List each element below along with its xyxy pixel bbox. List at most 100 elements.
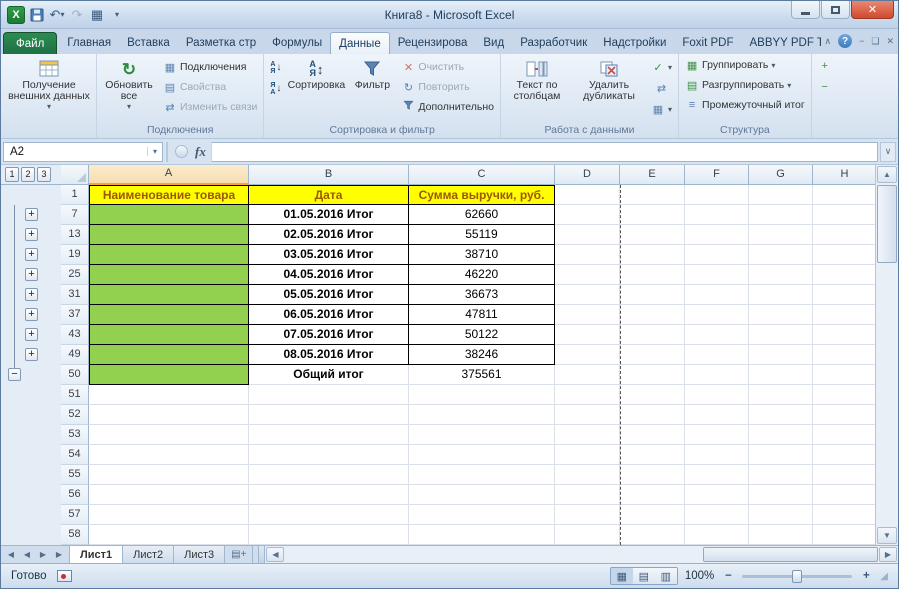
name-box[interactable]: A2 ▾ xyxy=(3,142,163,162)
text-to-columns-button[interactable]: Текст по столбцам xyxy=(504,55,570,123)
cell-H58[interactable] xyxy=(813,525,877,545)
cell-H13[interactable] xyxy=(813,225,877,245)
cell-G31[interactable] xyxy=(749,285,813,305)
cell-A7[interactable] xyxy=(89,205,249,225)
cell-A19[interactable] xyxy=(89,245,249,265)
redo-button[interactable]: ↷ xyxy=(69,6,85,23)
cell-C13[interactable]: 55119 xyxy=(409,225,555,245)
cell-C52[interactable] xyxy=(409,405,555,425)
next-sheet-button[interactable]: ▶ xyxy=(36,550,50,559)
column-header-F[interactable]: F xyxy=(685,165,749,185)
cell-E7[interactable] xyxy=(620,205,685,225)
cell-D54[interactable] xyxy=(555,445,620,465)
collapse-group-button[interactable]: − xyxy=(8,368,21,381)
cell-E50[interactable] xyxy=(620,365,685,385)
cell-B37[interactable]: 06.05.2016 Итог xyxy=(249,305,409,325)
outline-level-3[interactable]: 3 xyxy=(37,167,51,182)
consolidate-button[interactable]: ⇄ xyxy=(648,78,675,99)
get-external-data-button[interactable]: Получение внешних данных ▾ xyxy=(5,55,93,123)
zoom-out-button[interactable]: − xyxy=(721,570,735,582)
subtotal-button[interactable]: ≡Промежуточный итог xyxy=(682,95,808,115)
cell-C37[interactable]: 47811 xyxy=(409,305,555,325)
cell-F55[interactable] xyxy=(685,465,749,485)
cell-A50[interactable] xyxy=(89,365,249,385)
tab-Foxit PDF[interactable]: Foxit PDF xyxy=(674,32,741,54)
tab-Формулы[interactable]: Формулы xyxy=(264,32,330,54)
tab-splitter-handle[interactable] xyxy=(258,546,265,563)
cell-C25[interactable]: 46220 xyxy=(409,265,555,285)
tab-Данные[interactable]: Данные xyxy=(330,32,390,54)
cell-G52[interactable] xyxy=(749,405,813,425)
workbook-close-button[interactable]: ✕ xyxy=(886,36,894,47)
cell-C56[interactable] xyxy=(409,485,555,505)
row-header-7[interactable]: 7 xyxy=(61,205,89,225)
cell-A52[interactable] xyxy=(89,405,249,425)
cell-F7[interactable] xyxy=(685,205,749,225)
cell-G7[interactable] xyxy=(749,205,813,225)
cell-G37[interactable] xyxy=(749,305,813,325)
outline-level-2[interactable]: 2 xyxy=(21,167,35,182)
macro-record-icon[interactable] xyxy=(57,570,72,582)
cell-C51[interactable] xyxy=(409,385,555,405)
cell-C1[interactable]: Сумма выручки, руб. xyxy=(409,185,555,205)
cell-A1[interactable]: Наименование товара xyxy=(89,185,249,205)
cell-C7[interactable]: 62660 xyxy=(409,205,555,225)
cell-F57[interactable] xyxy=(685,505,749,525)
horizontal-scroll-track[interactable] xyxy=(285,546,878,563)
cell-H53[interactable] xyxy=(813,425,877,445)
cell-B56[interactable] xyxy=(249,485,409,505)
cell-B1[interactable]: Дата xyxy=(249,185,409,205)
cell-F49[interactable] xyxy=(685,345,749,365)
cell-A37[interactable] xyxy=(89,305,249,325)
scroll-up-button[interactable]: ▲ xyxy=(877,166,897,183)
cell-E53[interactable] xyxy=(620,425,685,445)
column-header-B[interactable]: B xyxy=(249,165,409,185)
cell-B19[interactable]: 03.05.2016 Итог xyxy=(249,245,409,265)
refresh-all-button[interactable]: ↻ Обновить все ▾ xyxy=(100,55,158,123)
cell-A54[interactable] xyxy=(89,445,249,465)
tab-Вид[interactable]: Вид xyxy=(475,32,512,54)
cell-A13[interactable] xyxy=(89,225,249,245)
ungroup-button[interactable]: ▤Разгруппировать▾ xyxy=(682,75,808,95)
cell-F56[interactable] xyxy=(685,485,749,505)
cell-A57[interactable] xyxy=(89,505,249,525)
cell-A43[interactable] xyxy=(89,325,249,345)
tab-Рецензирова[interactable]: Рецензирова xyxy=(390,32,476,54)
cell-A56[interactable] xyxy=(89,485,249,505)
row-header-19[interactable]: 19 xyxy=(61,245,89,265)
tab-Надстройки[interactable]: Надстройки xyxy=(595,32,674,54)
cell-H50[interactable] xyxy=(813,365,877,385)
properties-button[interactable]: ▤Свойства xyxy=(160,77,260,97)
cell-B53[interactable] xyxy=(249,425,409,445)
cell-E37[interactable] xyxy=(620,305,685,325)
cell-F31[interactable] xyxy=(685,285,749,305)
advanced-button[interactable]: Дополнительно xyxy=(398,97,497,117)
first-sheet-button[interactable]: ◀ xyxy=(4,550,18,559)
cell-F52[interactable] xyxy=(685,405,749,425)
qat-customize-button[interactable]: ▾ xyxy=(109,6,125,23)
cell-B31[interactable]: 05.05.2016 Итог xyxy=(249,285,409,305)
expand-group-button[interactable]: + xyxy=(25,268,38,281)
column-header-C[interactable]: C xyxy=(409,165,555,185)
cell-G57[interactable] xyxy=(749,505,813,525)
cell-H56[interactable] xyxy=(813,485,877,505)
cell-D37[interactable] xyxy=(555,305,620,325)
cell-H49[interactable] xyxy=(813,345,877,365)
cell-E51[interactable] xyxy=(620,385,685,405)
cell-H43[interactable] xyxy=(813,325,877,345)
clear-filter-button[interactable]: ✕Очистить xyxy=(398,57,497,77)
cell-G58[interactable] xyxy=(749,525,813,545)
cell-C31[interactable]: 36673 xyxy=(409,285,555,305)
cell-H1[interactable] xyxy=(813,185,877,205)
cell-E49[interactable] xyxy=(620,345,685,365)
row-header-1[interactable]: 1 xyxy=(61,185,89,205)
maximize-button[interactable] xyxy=(821,1,850,19)
cell-A51[interactable] xyxy=(89,385,249,405)
insert-sheet-button[interactable]: ▤+ xyxy=(225,546,253,563)
cell-E56[interactable] xyxy=(620,485,685,505)
cell-H31[interactable] xyxy=(813,285,877,305)
edit-links-button[interactable]: ⇄Изменить связи xyxy=(160,97,260,117)
show-detail-button[interactable]: + xyxy=(815,55,835,76)
cell-E52[interactable] xyxy=(620,405,685,425)
cell-E1[interactable] xyxy=(620,185,685,205)
